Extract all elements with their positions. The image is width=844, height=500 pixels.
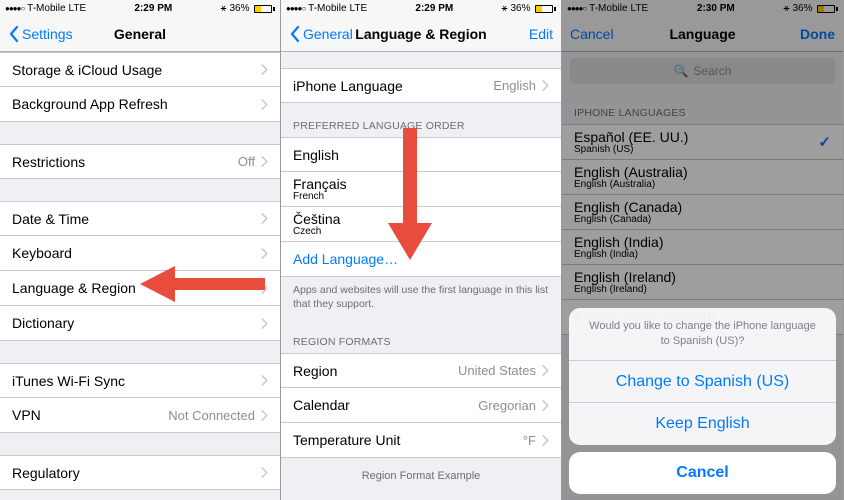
- row-keyboard[interactable]: Keyboard: [0, 236, 280, 271]
- network: LTE: [350, 4, 368, 14]
- chevron-icon: [542, 400, 549, 411]
- region-format-example: Region Format Example: [281, 458, 561, 482]
- action-sheet: Would you like to change the iPhone lang…: [569, 308, 836, 494]
- sheet-message: Would you like to change the iPhone lang…: [569, 308, 836, 361]
- section-footer: Apps and websites will use the first lan…: [281, 277, 561, 319]
- row-vpn[interactable]: VPNNot Connected: [0, 398, 280, 433]
- chevron-icon: [261, 467, 268, 478]
- signal-dots: ●●●●○: [5, 5, 24, 13]
- row-restrictions[interactable]: RestrictionsOff: [0, 144, 280, 179]
- pane-general: ●●●●○T-Mobile LTE 2:29 PM ⚹36% Settings G…: [0, 0, 281, 500]
- battery-icon: [252, 5, 275, 13]
- carrier: T-Mobile: [308, 4, 346, 14]
- carrier: T-Mobile: [27, 4, 65, 14]
- navbar: General Language & Region Edit: [281, 17, 561, 52]
- chevron-icon: [261, 64, 268, 75]
- clock: 2:29 PM: [134, 3, 172, 14]
- row-language-region[interactable]: Language & Region: [0, 271, 280, 306]
- row-lang-czech[interactable]: ČeštinaCzech: [281, 207, 561, 242]
- chevron-icon: [261, 156, 268, 167]
- status-bar: ●●●●○T-Mobile LTE 2:29 PM ⚹36%: [281, 0, 561, 17]
- row-lang-english[interactable]: English: [281, 137, 561, 172]
- row-date-time[interactable]: Date & Time: [0, 201, 280, 236]
- battery-icon: [533, 5, 556, 13]
- row-regulatory[interactable]: Regulatory: [0, 455, 280, 490]
- chevron-icon: [261, 375, 268, 386]
- chevron-icon: [261, 410, 268, 421]
- status-bar: ●●●●○T-Mobile LTE 2:29 PM ⚹36%: [0, 0, 280, 17]
- language-region-list[interactable]: iPhone LanguageEnglish PREFERRED LANGUAG…: [281, 52, 561, 500]
- network: LTE: [69, 4, 87, 14]
- section-header: REGION FORMATS: [281, 319, 561, 353]
- section-header: PREFERRED LANGUAGE ORDER: [281, 103, 561, 137]
- keep-language-button[interactable]: Keep English: [569, 403, 836, 445]
- chevron-icon: [261, 213, 268, 224]
- row-lang-french[interactable]: FrançaisFrench: [281, 172, 561, 207]
- chevron-icon: [261, 248, 268, 259]
- pane-language-region: ●●●●○T-Mobile LTE 2:29 PM ⚹36% General La…: [281, 0, 562, 500]
- row-itunes-wifi[interactable]: iTunes Wi-Fi Sync: [0, 363, 280, 398]
- chevron-icon: [542, 80, 549, 91]
- battery-pct: 36%: [229, 4, 249, 14]
- row-calendar[interactable]: CalendarGregorian: [281, 388, 561, 423]
- back-button[interactable]: General: [289, 25, 353, 43]
- chevron-icon: [261, 283, 268, 294]
- row-storage[interactable]: Storage & iCloud Usage: [0, 52, 280, 87]
- change-language-button[interactable]: Change to Spanish (US): [569, 361, 836, 403]
- chevron-icon: [542, 365, 549, 376]
- pane-language-picker: ●●●●○T-MobileLTE 2:30 PM ⚹36% Cancel Lan…: [562, 0, 844, 500]
- row-dictionary[interactable]: Dictionary: [0, 306, 280, 341]
- battery-pct: 36%: [510, 4, 530, 14]
- clock: 2:29 PM: [415, 3, 453, 14]
- bluetooth-icon: ⚹: [220, 4, 226, 14]
- row-temperature[interactable]: Temperature Unit°F: [281, 423, 561, 458]
- signal-dots: ●●●●○: [286, 5, 305, 13]
- navbar: Settings General: [0, 17, 280, 52]
- sheet-cancel-button[interactable]: Cancel: [569, 452, 836, 494]
- chevron-icon: [261, 99, 268, 110]
- back-button[interactable]: Settings: [8, 25, 73, 43]
- chevron-icon: [542, 435, 549, 446]
- bluetooth-icon: ⚹: [501, 4, 507, 14]
- row-region[interactable]: RegionUnited States: [281, 353, 561, 388]
- settings-list[interactable]: Storage & iCloud Usage Background App Re…: [0, 52, 280, 500]
- edit-button[interactable]: Edit: [529, 26, 553, 42]
- row-background-refresh[interactable]: Background App Refresh: [0, 87, 280, 122]
- row-iphone-language[interactable]: iPhone LanguageEnglish: [281, 68, 561, 103]
- add-language-button[interactable]: Add Language…: [281, 242, 561, 277]
- chevron-icon: [261, 318, 268, 329]
